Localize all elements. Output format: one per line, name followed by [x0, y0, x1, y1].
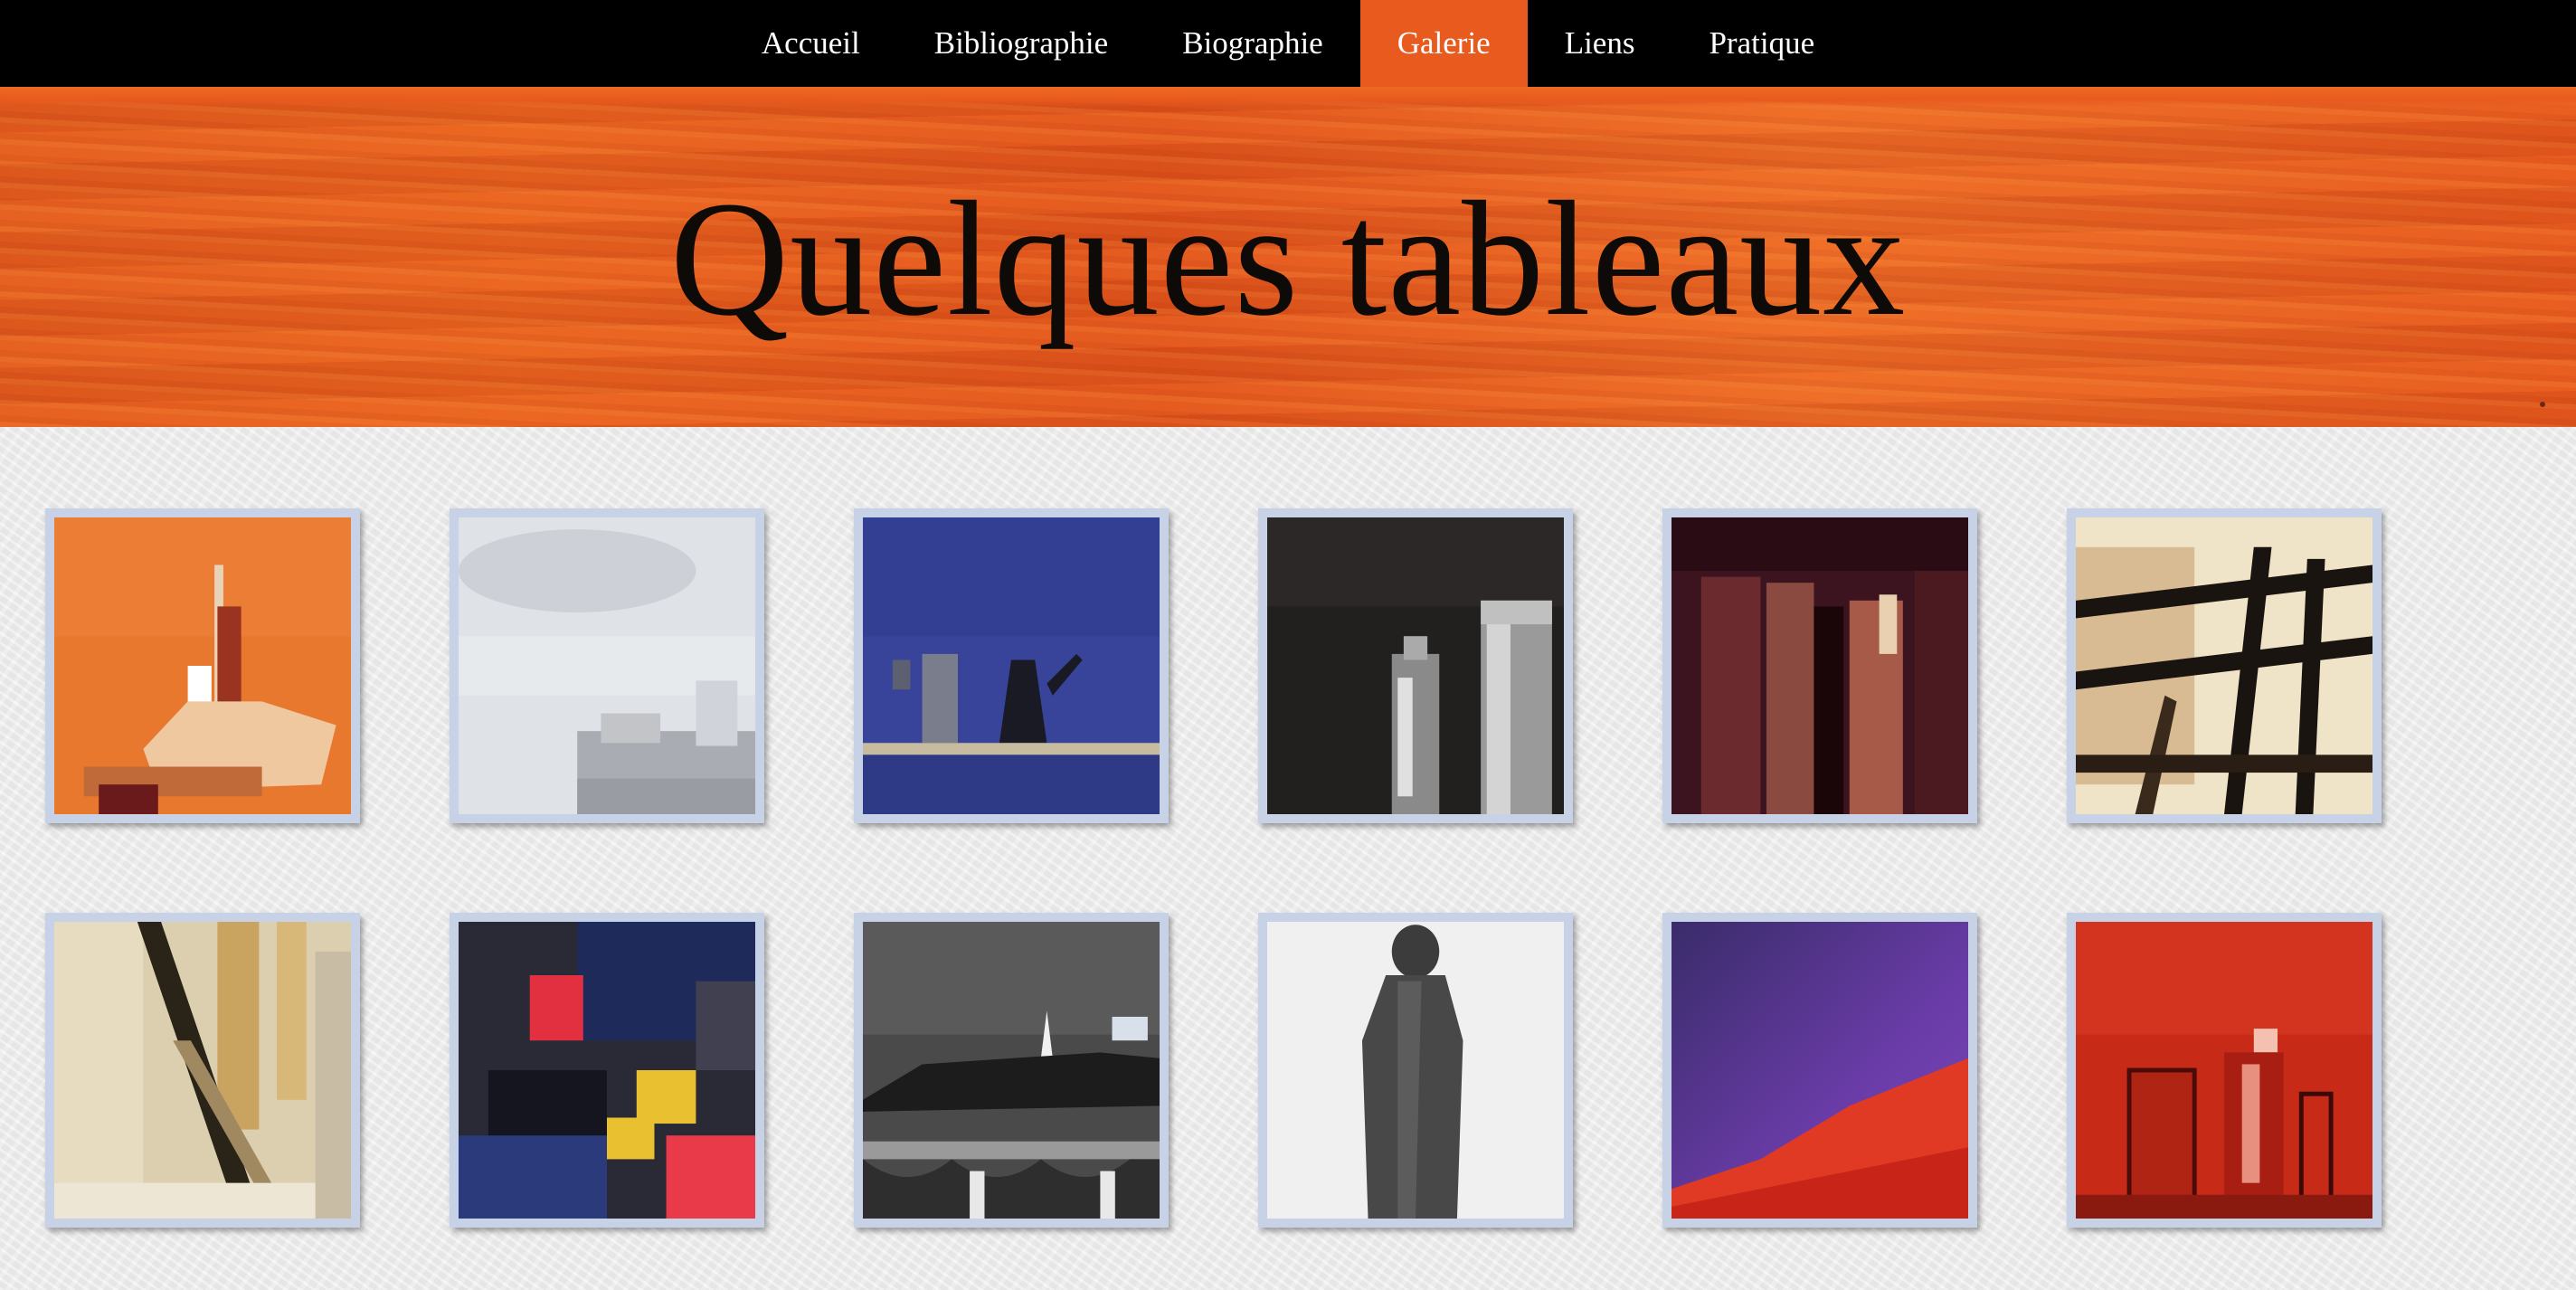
gallery-thumbnail-8[interactable] — [450, 913, 764, 1228]
gallery-thumbnail-6[interactable] — [2067, 508, 2382, 823]
nav-item-pratique[interactable]: Pratique — [1672, 0, 1852, 87]
painting-image — [1267, 922, 1564, 1219]
gallery-thumbnail-1[interactable] — [45, 508, 360, 823]
painting-image — [1672, 922, 1968, 1219]
gallery-thumbnail-4[interactable] — [1258, 508, 1573, 823]
gallery-thumbnail-9[interactable] — [854, 913, 1169, 1228]
gallery-thumbnail-7[interactable] — [45, 913, 360, 1228]
banner-speck — [2540, 402, 2545, 407]
gallery-thumbnail-11[interactable] — [1662, 913, 1977, 1228]
painting-image — [863, 517, 1160, 814]
painting-image — [2076, 517, 2372, 814]
gallery-thumbnail-2[interactable] — [450, 508, 764, 823]
gallery-thumbnail-3[interactable] — [854, 508, 1169, 823]
gallery-thumbnail-12[interactable] — [2067, 913, 2382, 1228]
gallery-thumbnail-10[interactable] — [1258, 913, 1573, 1228]
painting-image — [54, 517, 351, 814]
painting-image — [1672, 517, 1968, 814]
gallery-thumbnail-5[interactable] — [1662, 508, 1977, 823]
painting-image — [459, 517, 755, 814]
painting-image — [2076, 922, 2372, 1219]
page-banner: Quelques tableaux — [0, 87, 2576, 427]
painting-image — [459, 922, 755, 1219]
page-title: Quelques tableaux — [669, 168, 1907, 350]
nav-item-liens[interactable]: Liens — [1528, 0, 1672, 87]
painting-gallery — [45, 508, 2382, 1228]
nav-item-accueil[interactable]: Accueil — [724, 0, 897, 87]
top-navigation: Accueil Bibliographie Biographie Galerie… — [0, 0, 2576, 87]
painting-image — [54, 922, 351, 1219]
nav-item-galerie[interactable]: Galerie — [1359, 0, 1528, 87]
nav-item-biographie[interactable]: Biographie — [1145, 0, 1360, 87]
painting-image — [863, 922, 1160, 1219]
painting-image — [1267, 517, 1564, 814]
nav-item-bibliographie[interactable]: Bibliographie — [897, 0, 1145, 87]
